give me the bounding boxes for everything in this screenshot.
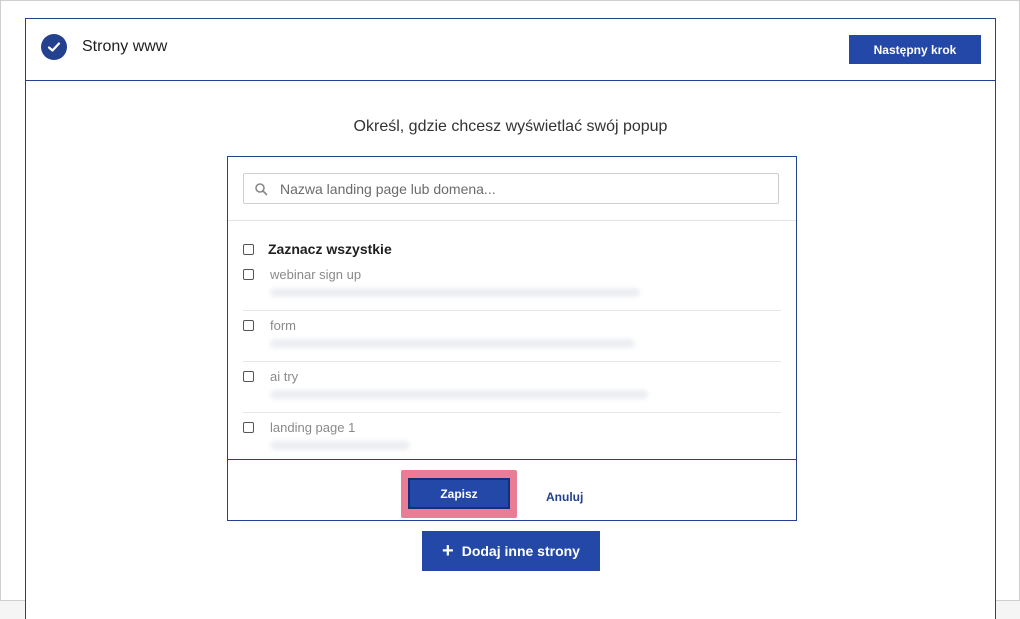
step-title: Strony www	[82, 38, 168, 55]
item-checkbox[interactable]	[243, 422, 254, 433]
search-box[interactable]	[243, 173, 779, 204]
select-all-row[interactable]: Zaznacz wszystkie	[243, 241, 392, 257]
item-checkbox[interactable]	[243, 371, 254, 382]
item-name: ai try	[270, 369, 299, 384]
check-circle-icon	[41, 34, 67, 60]
websites-step-card: Strony www Następny krok Określ, gdzie c…	[25, 18, 996, 619]
blurred-url	[270, 390, 648, 399]
search-input[interactable]	[278, 179, 778, 198]
select-all-label: Zaznacz wszystkie	[268, 241, 392, 257]
page-subtitle: Określ, gdzie chcesz wyświetlać swój pop…	[353, 118, 668, 135]
list-item[interactable]: ai try	[243, 362, 781, 413]
blurred-url	[270, 288, 640, 297]
save-button[interactable]: Zapisz	[408, 478, 510, 509]
blurred-url	[270, 339, 635, 348]
item-name: form	[270, 318, 296, 333]
panel-footer: Zapisz Anuluj	[228, 459, 796, 521]
search-icon	[255, 182, 268, 195]
page-selector-panel: Zaznacz wszystkie webinar sign up form a…	[227, 156, 797, 521]
item-name: landing page 1	[270, 420, 356, 435]
item-name: webinar sign up	[270, 267, 362, 282]
item-checkbox[interactable]	[243, 269, 254, 280]
next-step-button[interactable]: Następny krok	[849, 35, 981, 64]
item-checkbox[interactable]	[243, 320, 254, 331]
cancel-link[interactable]: Anuluj	[546, 490, 583, 504]
search-area	[228, 157, 796, 221]
add-other-pages-button[interactable]: + Dodaj inne strony	[422, 531, 600, 571]
list-item[interactable]: form	[243, 311, 781, 362]
list-item[interactable]: landing page 1	[243, 413, 781, 464]
list-item[interactable]: webinar sign up	[243, 260, 781, 311]
blurred-url	[270, 441, 410, 450]
plus-icon: +	[442, 540, 454, 562]
step-header: Strony www Następny krok	[26, 19, 995, 81]
select-all-checkbox[interactable]	[243, 243, 254, 255]
add-other-pages-label: Dodaj inne strony	[461, 543, 580, 559]
